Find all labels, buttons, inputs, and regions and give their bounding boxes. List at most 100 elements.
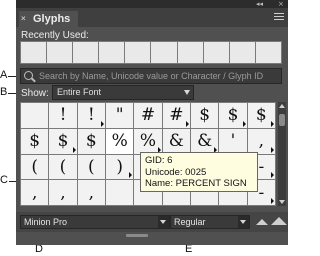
recently-used-slot[interactable]: [21, 42, 47, 63]
resize-grip[interactable]: [126, 234, 148, 237]
callout-a: A: [0, 69, 8, 81]
scroll-down-arrow-icon[interactable]: [279, 200, 285, 204]
tab-glyphs[interactable]: × Glyphs: [19, 11, 79, 27]
glyph-char: #: [169, 105, 184, 126]
search-input[interactable]: [39, 70, 275, 82]
font-style-dropdown[interactable]: Regular: [170, 215, 250, 229]
glyph-cell[interactable]: %: [106, 128, 134, 154]
panel-header: × Glyphs: [16, 8, 288, 27]
glyph-char: !: [87, 105, 95, 126]
font-style-value: Regular: [174, 217, 206, 227]
glyph-cell[interactable]: ,: [77, 180, 105, 205]
glyph-cell[interactable]: (: [77, 154, 105, 180]
search-field[interactable]: [20, 68, 282, 84]
recently-used-slot[interactable]: [203, 42, 229, 63]
glyph-cell[interactable]: ): [106, 154, 134, 180]
show-dropdown[interactable]: Entire Font: [52, 85, 194, 100]
alternates-triangle-icon[interactable]: [242, 120, 246, 127]
alternates-triangle-icon[interactable]: [186, 120, 189, 127]
glyph-char: ,: [88, 182, 95, 203]
panel-title-strip: ◂◂ ×: [16, 0, 288, 8]
font-family-dropdown[interactable]: Minion Pro: [20, 215, 170, 229]
glyph-cell[interactable]: $: [191, 103, 219, 128]
glyph-cell[interactable]: !: [77, 103, 105, 128]
glyph-cell[interactable]: (: [49, 154, 77, 180]
glyph-char: $: [227, 105, 239, 126]
chevron-down-icon: [184, 90, 190, 95]
glyph-cell[interactable]: ": [106, 103, 134, 128]
glyph-cell[interactable]: $: [49, 128, 77, 154]
glyph-char: ,: [258, 131, 265, 152]
glyph-char: $: [29, 131, 41, 152]
glyph-tooltip: GID: 6 Unicode: 0025 Name: PERCENT SIGN: [140, 152, 258, 192]
recently-used-slot[interactable]: [151, 42, 177, 63]
glyph-char: ': [230, 131, 236, 152]
panel-menu-icon[interactable]: [274, 13, 284, 22]
glyph-cell[interactable]: ': [219, 128, 247, 154]
glyph-cell[interactable]: !: [49, 103, 77, 128]
glyph-cell[interactable]: [21, 103, 49, 128]
glyph-char: %: [111, 131, 128, 152]
alternates-triangle-icon[interactable]: [271, 198, 274, 204]
recently-used-slot[interactable]: [177, 42, 203, 63]
glyph-char: ": [115, 105, 124, 126]
glyph-char: ,: [31, 182, 38, 203]
recently-used-slot[interactable]: [99, 42, 125, 63]
recently-used-slot[interactable]: [229, 42, 255, 63]
tooltip-unicode: Unicode: 0025: [145, 166, 207, 178]
tooltip-name: Name: PERCENT SIGN: [145, 178, 247, 189]
glyph-cell[interactable]: $: [247, 103, 275, 128]
glyph-cell[interactable]: (: [21, 154, 49, 180]
glyph-cell[interactable]: $: [77, 128, 105, 154]
glyph-char: #: [140, 105, 156, 126]
glyph-cell[interactable]: $: [219, 103, 247, 128]
zoom-out-icon[interactable]: [256, 219, 268, 225]
alternates-triangle-icon[interactable]: [271, 120, 274, 127]
recently-used-label: Recently Used:: [21, 30, 89, 41]
glyph-cell[interactable]: %: [134, 128, 162, 154]
glyph-cell[interactable]: $: [21, 128, 49, 154]
glyph-char: -: [258, 182, 265, 203]
glyph-cell[interactable]: #: [162, 103, 190, 128]
zoom-in-icon[interactable]: [271, 217, 287, 225]
glyph-char: &: [168, 131, 184, 152]
glyph-char: ,: [60, 182, 66, 203]
glyph-char: ): [116, 156, 123, 177]
glyph-cell[interactable]: ,: [21, 180, 49, 205]
glyph-grid-scrollbar[interactable]: [278, 102, 286, 206]
glyph-cell[interactable]: &: [162, 128, 190, 154]
close-icon[interactable]: ×: [21, 11, 26, 27]
callout-b: B: [0, 86, 8, 98]
recently-used-slot[interactable]: [125, 42, 151, 63]
recently-used-slot[interactable]: [47, 42, 73, 63]
glyph-char: %: [139, 131, 157, 152]
tab-glyphs-label: Glyphs: [33, 13, 71, 25]
show-label: Show:: [21, 88, 49, 99]
glyph-char: $: [255, 105, 267, 126]
alternates-triangle-icon[interactable]: [271, 172, 274, 179]
alternates-triangle-icon[interactable]: [72, 146, 76, 153]
glyph-char: &: [197, 131, 213, 152]
callout-c: C: [0, 174, 8, 186]
scroll-thumb[interactable]: [279, 114, 285, 126]
recently-used-slot[interactable]: [73, 42, 99, 63]
glyph-cell[interactable]: #: [134, 103, 162, 128]
glyph-char: (: [31, 156, 38, 177]
font-selector-bar: Minion Pro Regular: [16, 212, 288, 232]
glyph-cell[interactable]: ,: [247, 128, 275, 154]
glyph-cell[interactable]: &: [191, 128, 219, 154]
alternates-triangle-icon[interactable]: [129, 172, 133, 179]
glyph-char: (: [88, 156, 95, 177]
glyph-char: $: [57, 131, 69, 152]
glyph-cell[interactable]: ,: [49, 180, 77, 205]
search-icon: [24, 71, 33, 80]
glyphs-panel: ◂◂ × × Glyphs Recently Used: Show: Entir…: [16, 0, 288, 245]
recently-used-slot[interactable]: [255, 42, 281, 63]
scroll-up-arrow-icon[interactable]: [279, 104, 285, 108]
collapse-panel-icon[interactable]: ◂◂: [256, 0, 263, 8]
alternates-triangle-icon[interactable]: [271, 146, 274, 153]
close-panel-icon[interactable]: ×: [278, 0, 284, 8]
glyph-char: (: [59, 156, 67, 177]
glyph-cell[interactable]: [106, 180, 134, 205]
alternates-triangle-icon[interactable]: [101, 120, 104, 127]
